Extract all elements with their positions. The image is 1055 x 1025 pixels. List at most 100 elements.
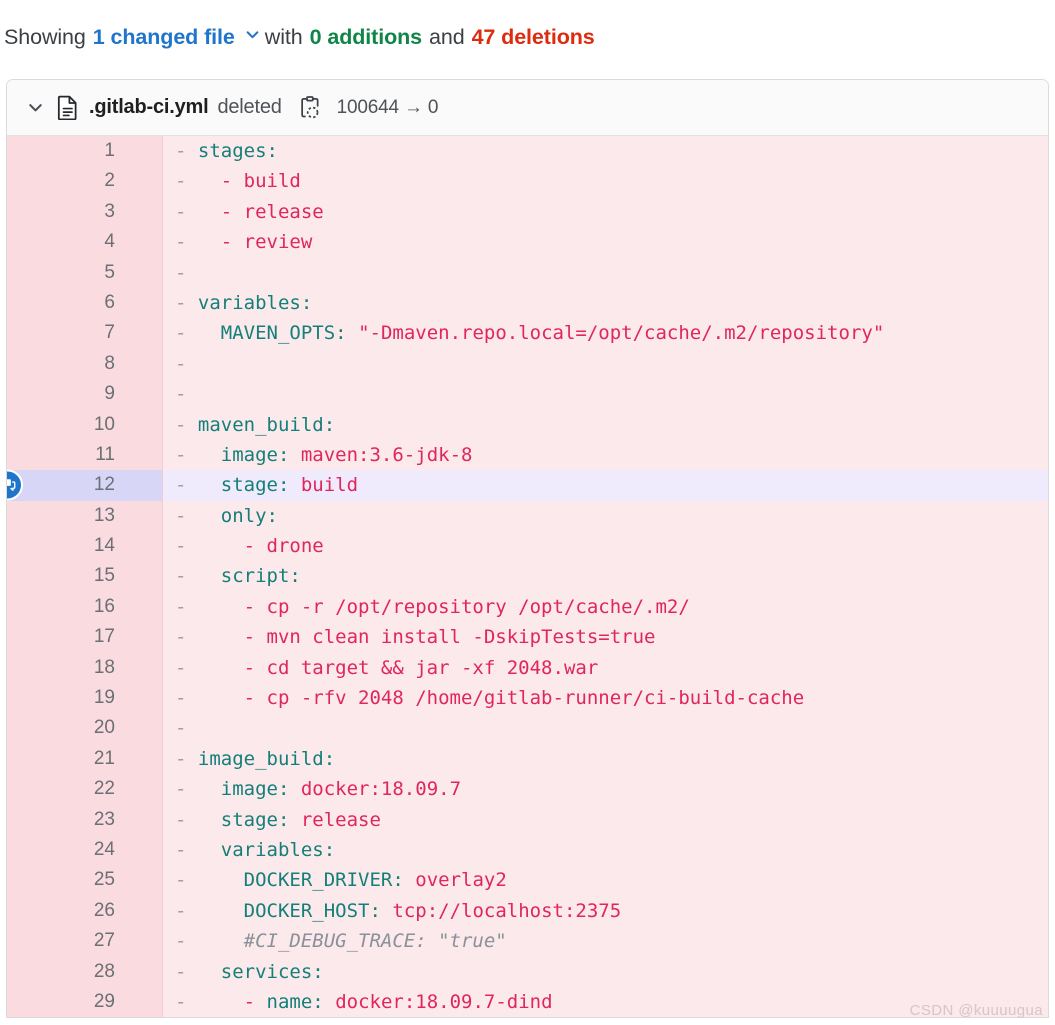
diff-code-cell[interactable]: - variables: bbox=[162, 287, 1048, 319]
diff-code-cell[interactable]: - DOCKER_HOST: tcp://localhost:2375 bbox=[162, 895, 1048, 927]
diff-line-number[interactable]: 29 bbox=[7, 986, 162, 1018]
diff-code-cell[interactable]: - - cp -r /opt/repository /opt/cache/.m2… bbox=[162, 591, 1048, 623]
file-name[interactable]: .gitlab-ci.yml bbox=[89, 96, 209, 119]
diff-line-number[interactable]: 5 bbox=[7, 257, 162, 288]
deletion-marker: - bbox=[175, 322, 198, 345]
diff-code-cell[interactable]: - - release bbox=[162, 196, 1048, 228]
diff-line-row[interactable]: 7- MAVEN_OPTS: "-Dmaven.repo.local=/opt/… bbox=[7, 318, 1048, 349]
diff-line-number[interactable]: 27 bbox=[7, 926, 162, 957]
diff-line-row[interactable]: 9- bbox=[7, 379, 1048, 410]
diff-code-cell[interactable]: - #CI_DEBUG_TRACE: "true" bbox=[162, 926, 1048, 957]
diff-line-row[interactable]: 11- image: maven:3.6-jdk-8 bbox=[7, 439, 1048, 471]
diff-line-number[interactable]: 11 bbox=[7, 439, 162, 471]
diff-line-row[interactable]: 16- - cp -r /opt/repository /opt/cache/.… bbox=[7, 591, 1048, 623]
code-token: docker:18.09.7 bbox=[300, 778, 462, 801]
diff-line-number[interactable]: 25 bbox=[7, 865, 162, 896]
diff-line-number[interactable]: 23 bbox=[7, 804, 162, 835]
diff-line-number[interactable]: 17 bbox=[7, 622, 162, 653]
diff-code-cell[interactable]: - stage: build bbox=[162, 470, 1048, 501]
diff-code-cell[interactable]: - DOCKER_DRIVER: overlay2 bbox=[162, 865, 1048, 896]
diff-line-number[interactable]: 2 bbox=[7, 166, 162, 197]
diff-line-number[interactable]: 21 bbox=[7, 743, 162, 775]
diff-line-number[interactable]: 3 bbox=[7, 196, 162, 228]
diff-line-row[interactable]: 18- - cd target && jar -xf 2048.war bbox=[7, 652, 1048, 684]
diff-line-number[interactable]: 12 bbox=[7, 470, 162, 501]
diff-line-number[interactable]: 19 bbox=[7, 683, 162, 714]
diff-code-cell[interactable]: - - mvn clean install -DskipTests=true bbox=[162, 622, 1048, 653]
deletion-marker: - bbox=[175, 747, 198, 770]
diff-line-number[interactable]: 20 bbox=[7, 713, 162, 744]
diff-code-cell[interactable]: - stage: release bbox=[162, 804, 1048, 835]
diff-line-row[interactable]: 10- maven_build: bbox=[7, 409, 1048, 440]
diff-code-cell[interactable]: - bbox=[162, 257, 1048, 288]
diff-code-cell[interactable]: - bbox=[162, 713, 1048, 744]
diff-code-cell[interactable]: - - review bbox=[162, 227, 1048, 258]
diff-line-row[interactable]: 4- - review bbox=[7, 227, 1048, 258]
diff-line-row[interactable]: 20- bbox=[7, 713, 1048, 744]
chevron-down-icon[interactable] bbox=[244, 21, 261, 51]
diff-line-number[interactable]: 28 bbox=[7, 956, 162, 987]
diff-code-cell[interactable]: - only: bbox=[162, 500, 1048, 532]
diff-line-number[interactable]: 14 bbox=[7, 531, 162, 562]
diff-code-cell[interactable]: - - name: docker:18.09.7-dind bbox=[162, 986, 1048, 1018]
diff-code-cell[interactable]: - variables: bbox=[162, 834, 1048, 866]
diff-code-cell[interactable]: - bbox=[162, 379, 1048, 410]
diff-line-row[interactable]: 3- - release bbox=[7, 196, 1048, 228]
diff-code-cell[interactable]: - - drone bbox=[162, 531, 1048, 562]
diff-code-cell[interactable]: - - cp -rfv 2048 /home/gitlab-runner/ci-… bbox=[162, 683, 1048, 714]
diff-line-number[interactable]: 26 bbox=[7, 895, 162, 927]
code-token: - bbox=[197, 170, 244, 193]
diff-line-number[interactable]: 13 bbox=[7, 500, 162, 532]
diff-line-row[interactable]: 14- - drone bbox=[7, 531, 1048, 562]
diff-line-number[interactable]: 22 bbox=[7, 774, 162, 805]
diff-line-number[interactable]: 15 bbox=[7, 561, 162, 592]
code-token: - cp -rfv 2048 /home/gitlab-runner/ci-bu… bbox=[197, 687, 805, 710]
diff-line-row[interactable]: 13- only: bbox=[7, 500, 1048, 532]
diff-line-row[interactable]: 12- stage: build bbox=[7, 469, 1048, 501]
diff-code-cell[interactable]: - script: bbox=[162, 561, 1048, 592]
diff-line-row[interactable]: 24- variables: bbox=[7, 834, 1048, 866]
diff-code-cell[interactable]: - MAVEN_OPTS: "-Dmaven.repo.local=/opt/c… bbox=[162, 318, 1048, 349]
diff-line-row[interactable]: 17- - mvn clean install -DskipTests=true bbox=[7, 622, 1048, 653]
diff-line-row[interactable]: 6- variables: bbox=[7, 287, 1048, 319]
diff-code-cell[interactable]: - services: bbox=[162, 956, 1048, 987]
copy-path-icon[interactable] bbox=[299, 95, 321, 120]
diff-line-row[interactable]: 26- DOCKER_HOST: tcp://localhost:2375 bbox=[7, 895, 1048, 927]
diff-line-number[interactable]: 7 bbox=[7, 318, 162, 349]
diff-line-row[interactable]: 23- stage: release bbox=[7, 804, 1048, 835]
diff-code-cell[interactable]: - bbox=[162, 348, 1048, 380]
diff-line-row[interactable]: 22- image: docker:18.09.7 bbox=[7, 774, 1048, 805]
diff-line-row[interactable]: 21- image_build: bbox=[7, 743, 1048, 775]
diff-line-number[interactable]: 10 bbox=[7, 409, 162, 440]
diff-line-number[interactable]: 6 bbox=[7, 287, 162, 319]
code-token: variables bbox=[197, 291, 301, 314]
diff-code-cell[interactable]: - image_build: bbox=[162, 743, 1048, 775]
diff-line-row[interactable]: 19- - cp -rfv 2048 /home/gitlab-runner/c… bbox=[7, 683, 1048, 714]
diff-line-number[interactable]: 18 bbox=[7, 652, 162, 684]
diff-line-row[interactable]: 5- bbox=[7, 257, 1048, 288]
diff-line-number[interactable]: 4 bbox=[7, 227, 162, 258]
diff-code-cell[interactable]: - - build bbox=[162, 166, 1048, 197]
changed-files-link[interactable]: 1 changed file bbox=[93, 22, 235, 52]
diff-line-number[interactable]: 1 bbox=[7, 136, 162, 167]
diff-line-number[interactable]: 16 bbox=[7, 591, 162, 623]
code-token: : bbox=[300, 291, 313, 314]
diff-line-row[interactable]: 25- DOCKER_DRIVER: overlay2 bbox=[7, 865, 1048, 896]
diff-line-row[interactable]: 1- stages: bbox=[7, 136, 1048, 167]
diff-line-number[interactable]: 8 bbox=[7, 348, 162, 380]
diff-code-cell[interactable]: - stages: bbox=[162, 136, 1048, 167]
diff-line-number[interactable]: 9 bbox=[7, 379, 162, 410]
diff-line-row[interactable]: 29- - name: docker:18.09.7-dind bbox=[7, 986, 1048, 1018]
diff-line-number[interactable]: 24 bbox=[7, 834, 162, 866]
diff-code-cell[interactable]: - image: maven:3.6-jdk-8 bbox=[162, 439, 1048, 471]
diff-line-row[interactable]: 15- script: bbox=[7, 561, 1048, 592]
file-diff-card: .gitlab-ci.yml deleted 100644 → 0 1- sta… bbox=[6, 79, 1049, 1019]
diff-code-cell[interactable]: - - cd target && jar -xf 2048.war bbox=[162, 652, 1048, 684]
diff-line-row[interactable]: 2- - build bbox=[7, 166, 1048, 197]
diff-line-row[interactable]: 8- bbox=[7, 348, 1048, 380]
diff-line-row[interactable]: 28- services: bbox=[7, 956, 1048, 987]
diff-line-row[interactable]: 27- #CI_DEBUG_TRACE: "true" bbox=[7, 926, 1048, 957]
diff-code-cell[interactable]: - image: docker:18.09.7 bbox=[162, 774, 1048, 805]
diff-code-cell[interactable]: - maven_build: bbox=[162, 409, 1048, 440]
collapse-file-chevron-down-icon[interactable] bbox=[23, 96, 47, 120]
